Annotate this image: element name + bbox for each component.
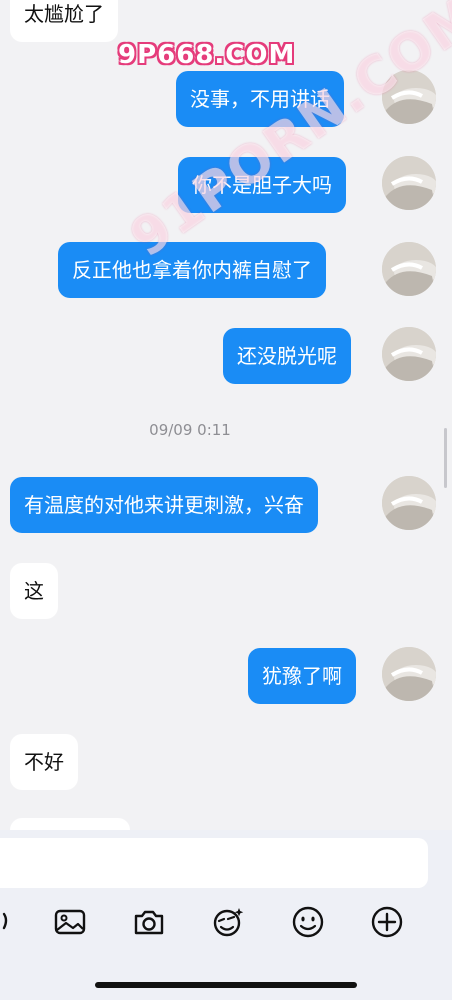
camera-icon[interactable] bbox=[131, 904, 167, 940]
avatar[interactable] bbox=[382, 242, 436, 296]
message-bubble-outgoing[interactable]: 犹豫了啊 bbox=[248, 648, 356, 704]
avatar[interactable] bbox=[382, 476, 436, 530]
message-bubble-outgoing[interactable]: 有温度的对他来讲更刺激，兴奋 bbox=[10, 477, 318, 533]
message-timestamp: 09/09 0:11 bbox=[149, 421, 231, 439]
emoji-icon[interactable] bbox=[290, 904, 326, 940]
message-bubble-incoming[interactable] bbox=[10, 818, 130, 830]
chat-area[interactable]: 9P668.COM 太尴尬了 没事，不用讲话 你不是胆子大吗 反正他也拿着你内裤… bbox=[0, 0, 452, 830]
message-input[interactable] bbox=[0, 838, 428, 888]
message-bubble-outgoing[interactable]: 反正他也拿着你内裤自慰了 bbox=[58, 242, 326, 298]
avatar[interactable] bbox=[382, 647, 436, 701]
input-bar bbox=[0, 830, 452, 1000]
sticker-icon[interactable] bbox=[210, 904, 246, 940]
watermark-top: 9P668.COM bbox=[118, 40, 296, 70]
scrollbar[interactable] bbox=[444, 428, 447, 488]
image-icon[interactable] bbox=[52, 904, 88, 940]
avatar[interactable] bbox=[382, 156, 436, 210]
message-bubble-incoming[interactable]: 太尴尬了 bbox=[10, 0, 118, 42]
plus-icon[interactable] bbox=[369, 904, 405, 940]
message-bubble-incoming[interactable]: 这 bbox=[10, 563, 58, 619]
message-bubble-outgoing[interactable]: 还没脱光呢 bbox=[223, 328, 351, 384]
home-indicator[interactable] bbox=[95, 982, 357, 988]
microphone-icon[interactable] bbox=[0, 904, 22, 940]
avatar[interactable] bbox=[382, 327, 436, 381]
message-bubble-incoming[interactable]: 不好 bbox=[10, 734, 78, 790]
